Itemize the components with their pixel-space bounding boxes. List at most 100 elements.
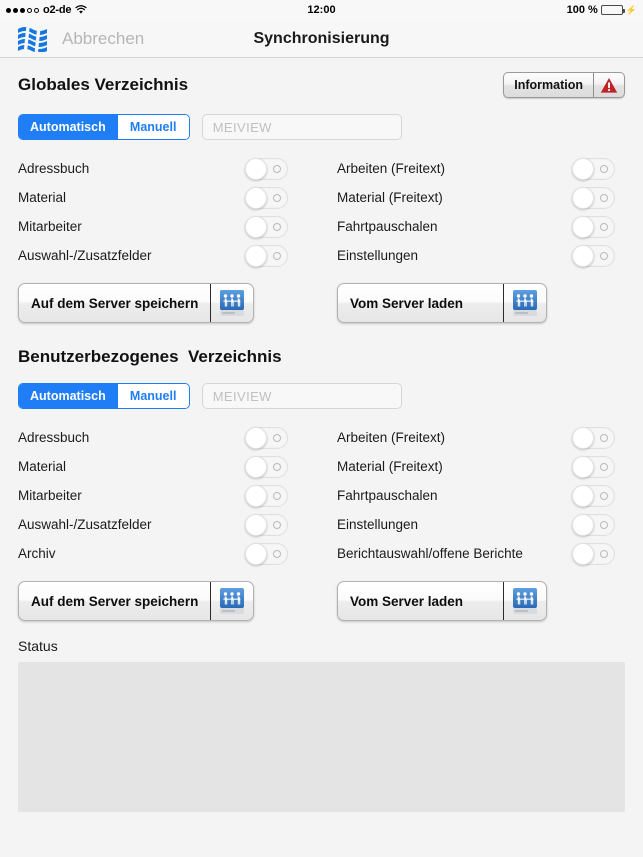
user-mode-option-manuell[interactable]: Manuell <box>116 384 189 408</box>
global-save-cell: Auf dem Server speichern <box>18 283 306 323</box>
global-toggle-column-left: Adressbuch Material Mitarbeiter Auswahl-… <box>18 154 306 270</box>
global-control-row: Automatisch Manuell MEIVIEW <box>18 114 625 140</box>
user-name-input-placeholder: MEIVIEW <box>212 388 272 404</box>
user-save-cell: Auf dem Server speichern <box>18 581 306 621</box>
user-section-header: Benutzerbezogenes Verzeichnis <box>18 333 625 367</box>
app-logo-waves-icon <box>16 25 50 53</box>
toggle-label: Berichtauswahl/offene Berichte <box>337 546 523 561</box>
global-toggle-grid: Adressbuch Material Mitarbeiter Auswahl-… <box>18 154 625 270</box>
toggle-label: Material <box>18 459 67 474</box>
toggle-switch-berichtauswahl-user[interactable] <box>572 542 615 565</box>
battery-icon <box>600 5 625 15</box>
toggle-row: Arbeiten (Freitext) <box>337 423 625 452</box>
global-load-from-server-label: Vom Server laden <box>338 284 504 322</box>
global-mode-option-manuell[interactable]: Manuell <box>116 115 189 139</box>
user-mode-segmented-control[interactable]: Automatisch Manuell <box>18 383 190 409</box>
user-toggle-grid: Adressbuch Material Mitarbeiter Auswahl-… <box>18 423 625 568</box>
network-drive-icon <box>211 582 253 620</box>
toggle-row: Mitarbeiter <box>18 481 306 510</box>
user-load-from-server-label: Vom Server laden <box>338 582 504 620</box>
toggle-switch-material-global[interactable] <box>245 186 288 209</box>
toggle-label: Material (Freitext) <box>337 190 443 205</box>
global-mode-segmented-control[interactable]: Automatisch Manuell <box>18 114 190 140</box>
warning-triangle-icon <box>594 73 624 97</box>
global-server-button-row: Auf dem Server speichern Vom Server lade… <box>18 283 625 323</box>
toggle-row: Material <box>18 183 306 212</box>
navigation-bar: Abbrechen Synchronisierung <box>0 20 643 58</box>
toggle-label: Material (Freitext) <box>337 459 443 474</box>
global-load-from-server-button[interactable]: Vom Server laden <box>337 283 547 323</box>
global-section-title: Globales Verzeichnis <box>18 75 189 94</box>
toggle-switch-material-user[interactable] <box>245 455 288 478</box>
toggle-switch-einstellungen-user[interactable] <box>572 513 615 536</box>
user-mode-option-automatisch[interactable]: Automatisch <box>19 384 117 408</box>
toggle-switch-archiv-user[interactable] <box>245 542 288 565</box>
toggle-switch-adressbuch-global[interactable] <box>245 157 288 180</box>
toggle-switch-mitarbeiter-user[interactable] <box>245 484 288 507</box>
user-save-to-server-label: Auf dem Server speichern <box>19 582 212 620</box>
network-drive-icon <box>504 582 546 620</box>
user-toggle-column-right: Arbeiten (Freitext) Material (Freitext) … <box>306 423 625 568</box>
toggle-switch-arbeiten-freitext-user[interactable] <box>572 426 615 449</box>
toggle-switch-arbeiten-freitext-global[interactable] <box>572 157 615 180</box>
toggle-row: Archiv <box>18 539 306 568</box>
toggle-switch-auswahl-zusatzfelder-user[interactable] <box>245 513 288 536</box>
toggle-label: Fahrtpauschalen <box>337 219 438 234</box>
toggle-row: Material (Freitext) <box>337 452 625 481</box>
user-name-input[interactable]: MEIVIEW <box>201 383 402 409</box>
user-save-to-server-button[interactable]: Auf dem Server speichern <box>18 581 255 621</box>
toggle-label: Material <box>18 190 67 205</box>
network-drive-icon <box>504 284 546 322</box>
toggle-switch-adressbuch-user[interactable] <box>245 426 288 449</box>
toggle-label: Auswahl-/Zusatzfelder <box>18 517 152 532</box>
global-save-to-server-button[interactable]: Auf dem Server speichern <box>18 283 255 323</box>
toggle-switch-fahrtpauschalen-global[interactable] <box>572 215 615 238</box>
toggle-row: Fahrtpauschalen <box>337 212 625 241</box>
status-bar: o2-de 12:00 100 % ⚡ <box>0 0 643 20</box>
global-section-header: Globales Verzeichnis Information <box>18 58 625 98</box>
toggle-label: Adressbuch <box>18 430 90 445</box>
global-toggle-column-right: Arbeiten (Freitext) Material (Freitext) … <box>306 154 625 270</box>
user-load-cell: Vom Server laden <box>306 581 625 621</box>
toggle-switch-fahrtpauschalen-user[interactable] <box>572 484 615 507</box>
toggle-switch-mitarbeiter-global[interactable] <box>245 215 288 238</box>
toggle-label: Einstellungen <box>337 248 419 263</box>
toggle-label: Adressbuch <box>18 161 90 176</box>
toggle-row: Einstellungen <box>337 241 625 270</box>
toggle-label: Mitarbeiter <box>18 488 82 503</box>
clock-label: 12:00 <box>307 4 336 16</box>
user-control-row: Automatisch Manuell MEIVIEW <box>18 383 625 409</box>
toggle-label: Mitarbeiter <box>18 219 82 234</box>
toggle-row: Auswahl-/Zusatzfelder <box>18 510 306 539</box>
toggle-row: Auswahl-/Zusatzfelder <box>18 241 306 270</box>
global-name-input[interactable]: MEIVIEW <box>201 114 402 140</box>
toggle-switch-material-freitext-user[interactable] <box>572 455 615 478</box>
user-server-button-row: Auf dem Server speichern Vom Server lade… <box>18 581 625 621</box>
toggle-label: Fahrtpauschalen <box>337 488 438 503</box>
user-toggle-column-left: Adressbuch Material Mitarbeiter Auswahl-… <box>18 423 306 568</box>
toggle-row: Material (Freitext) <box>337 183 625 212</box>
toggle-switch-material-freitext-global[interactable] <box>572 186 615 209</box>
global-mode-option-automatisch[interactable]: Automatisch <box>19 115 117 139</box>
toggle-row: Fahrtpauschalen <box>337 481 625 510</box>
user-section-title: Benutzerbezogenes Verzeichnis <box>18 347 282 366</box>
user-load-from-server-button[interactable]: Vom Server laden <box>337 581 547 621</box>
toggle-switch-auswahl-zusatzfelder-global[interactable] <box>245 244 288 267</box>
toggle-label: Archiv <box>18 546 56 561</box>
toggle-label: Auswahl-/Zusatzfelder <box>18 248 152 263</box>
status-label: Status <box>18 638 58 654</box>
information-button[interactable]: Information <box>503 72 625 98</box>
global-name-input-placeholder: MEIVIEW <box>212 119 272 135</box>
cancel-button[interactable]: Abbrechen <box>62 29 144 49</box>
toggle-row: Arbeiten (Freitext) <box>337 154 625 183</box>
toggle-switch-einstellungen-global[interactable] <box>572 244 615 267</box>
toggle-row: Material <box>18 452 306 481</box>
information-button-label: Information <box>504 73 594 97</box>
global-save-to-server-label: Auf dem Server speichern <box>19 284 212 322</box>
toggle-row: Mitarbeiter <box>18 212 306 241</box>
status-output-box <box>18 662 625 812</box>
toggle-row: Adressbuch <box>18 423 306 452</box>
toggle-row: Berichtauswahl/offene Berichte <box>337 539 625 568</box>
toggle-row: Einstellungen <box>337 510 625 539</box>
global-load-cell: Vom Server laden <box>306 283 625 323</box>
